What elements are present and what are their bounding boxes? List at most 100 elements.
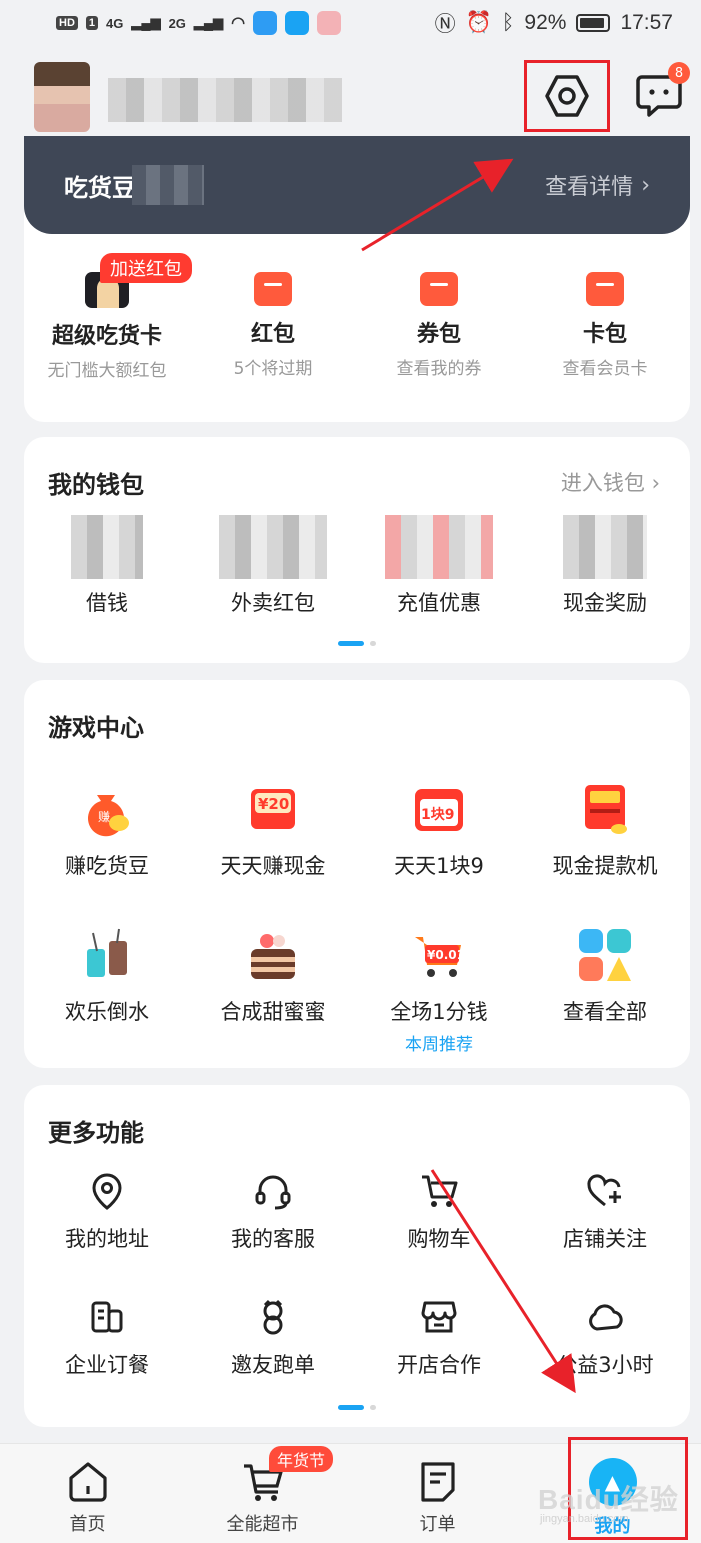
nav-supermarket[interactable]: 全能超市 年货节: [175, 1444, 350, 1543]
chevron-right-icon: ›: [641, 172, 650, 198]
game-one-cent[interactable]: ¥0.01 全场1分钱 本周推荐: [356, 926, 522, 1055]
game-sweet-merge[interactable]: 合成甜蜜蜜: [190, 926, 356, 1055]
function-label: 我的客服: [231, 1227, 315, 1251]
page-dot-active: [338, 1405, 364, 1410]
function-invite-rider[interactable]: 邀友跑单: [190, 1297, 356, 1379]
more-functions-card: 更多功能 我的地址 我的客服 购物车 店铺关注 企业订餐 邀友跑单 开店合作 公…: [24, 1085, 690, 1427]
game-view-all[interactable]: 查看全部: [522, 926, 688, 1055]
message-count-badge: 8: [668, 62, 690, 84]
storefront-icon: [421, 1301, 457, 1333]
nav-orders[interactable]: 订单: [350, 1444, 525, 1543]
calendar-1yuan9-icon: 1块9: [410, 780, 468, 838]
game-label: 天天1块9: [394, 854, 484, 878]
order-document-icon: [420, 1462, 455, 1502]
function-enterprise-order[interactable]: 企业订餐: [24, 1297, 190, 1379]
function-label: 店铺关注: [563, 1227, 647, 1251]
nav-label: 首页: [69, 1514, 106, 1535]
wallet-label: 外卖红包: [231, 591, 315, 615]
benefit-subtitle: 5个将过期: [233, 359, 313, 379]
signal-icon: ▂▄▆: [193, 15, 224, 30]
function-charity[interactable]: 公益3小时: [522, 1297, 688, 1379]
app-grid-icon: [576, 926, 634, 984]
wallet-enter-link[interactable]: 进入钱包 ›: [561, 467, 660, 497]
game-earn-beans[interactable]: 赚 赚吃货豆: [24, 780, 190, 880]
chevron-right-icon: ›: [651, 471, 660, 495]
wallet-label: 借钱: [86, 591, 128, 615]
benefit-title: 券包: [416, 322, 461, 347]
username-mosaic[interactable]: [108, 78, 342, 122]
benefit-red-packet[interactable]: 红包 5个将过期: [190, 272, 356, 381]
battery-icon: [576, 14, 611, 32]
benefit-cards[interactable]: 卡包 查看会员卡: [522, 272, 688, 381]
wallet-item-loan[interactable]: 借钱: [24, 515, 190, 617]
function-store-follow[interactable]: 店铺关注: [522, 1171, 688, 1253]
bluetooth-icon: ᛒ: [501, 11, 515, 34]
game-recommend-tag: 本周推荐: [405, 1035, 473, 1055]
game-label: 合成甜蜜蜜: [220, 1000, 326, 1024]
cloud-icon: [589, 1304, 623, 1331]
wallet-item-cash-reward[interactable]: 现金奖励: [522, 515, 688, 617]
network-2g-label: 2G: [168, 15, 186, 31]
wallet-label: 现金奖励: [563, 591, 647, 615]
card-wallet-icon: [586, 272, 624, 306]
wallet-item-recharge[interactable]: 充值优惠: [356, 515, 522, 617]
function-customer-service[interactable]: 我的客服: [190, 1171, 356, 1253]
benefit-subtitle: 无门槛大额红包: [47, 361, 167, 381]
baidu-watermark-url: jingyan.baidu.com: [540, 1513, 629, 1525]
foodbean-detail-link[interactable]: 查看详情 ›: [545, 169, 650, 201]
nav-home[interactable]: 首页: [0, 1444, 175, 1543]
game-label: 天天赚现金: [220, 854, 326, 878]
nav-label: 全能超市: [226, 1514, 299, 1535]
nav-label: 订单: [419, 1514, 456, 1535]
benefit-coupons[interactable]: 券包 查看我的券: [356, 272, 522, 381]
function-cart[interactable]: 购物车: [356, 1171, 522, 1253]
wallet-value-mosaic: [385, 515, 493, 579]
function-label: 企业订餐: [65, 1353, 149, 1377]
messages-button[interactable]: 8: [632, 62, 690, 120]
promo-tag: 加送红包: [100, 253, 192, 283]
function-my-address[interactable]: 我的地址: [24, 1171, 190, 1253]
wallet-value-mosaic: [563, 515, 647, 579]
foodbean-title: 吃货豆: [64, 173, 136, 202]
wallet-label: 充值优惠: [397, 591, 481, 615]
location-pin-icon: [92, 1173, 122, 1210]
network-4g-label: 4G: [106, 15, 124, 31]
sim-badge: 1: [85, 16, 99, 30]
benefit-subtitle: 查看会员卡: [562, 359, 648, 379]
game-pour-water[interactable]: 欢乐倒水: [24, 926, 190, 1055]
wallet-title: 我的钱包: [48, 471, 144, 499]
weather-app-icon: [253, 11, 278, 35]
foodbean-bar[interactable]: 吃货豆 查看详情 ›: [24, 136, 690, 234]
foodbean-value-mosaic: [132, 165, 204, 205]
game-daily-1-9[interactable]: 1块9 天天1块9: [356, 780, 522, 880]
game-row-1: 赚 赚吃货豆 ¥20 天天赚现金 1块9 天天1块9 现金提款机: [24, 780, 688, 880]
svg-text:¥0.01: ¥0.01: [427, 948, 465, 962]
avatar[interactable]: [34, 62, 90, 132]
signal-icon: ▂▄▆: [131, 15, 161, 30]
function-row-1: 我的地址 我的客服 购物车 店铺关注: [24, 1171, 688, 1253]
game-label: 全场1分钱: [390, 1000, 488, 1024]
building-icon: [91, 1301, 123, 1333]
function-label: 购物车: [407, 1227, 471, 1251]
game-center-card: 游戏中心 赚 赚吃货豆 ¥20 天天赚现金 1块9 天天1块9 现金提款机 欢乐…: [24, 680, 690, 1068]
game-label: 欢乐倒水: [65, 1000, 149, 1024]
function-row-2: 企业订餐 邀友跑单 开店合作 公益3小时: [24, 1297, 688, 1379]
nfc-icon: Ⓝ: [434, 13, 456, 36]
game-cash-atm[interactable]: 现金提款机: [522, 780, 688, 880]
function-open-store[interactable]: 开店合作: [356, 1297, 522, 1379]
wallet-enter-label: 进入钱包: [560, 471, 645, 495]
function-label: 邀友跑单: [231, 1353, 315, 1377]
settings-button[interactable]: [524, 60, 610, 132]
wallet-item-takeout-packet[interactable]: 外卖红包: [190, 515, 356, 617]
game-daily-cash[interactable]: ¥20 天天赚现金: [190, 780, 356, 880]
page-dot-active: [338, 641, 364, 646]
headset-icon: [255, 1175, 291, 1210]
page-dot: [370, 1405, 376, 1410]
new-year-tag: 年货节: [269, 1446, 334, 1472]
wallet-grid: 借钱 外卖红包 充值优惠 现金奖励: [24, 515, 688, 617]
baidu-watermark: Baidu经验: [538, 1484, 679, 1515]
function-label: 开店合作: [397, 1353, 481, 1377]
svg-text:¥20: ¥20: [258, 795, 289, 813]
benefit-super-card[interactable]: 超级吃货卡 无门槛大额红包: [24, 272, 190, 381]
shopping-cart-001-icon: ¥0.01: [410, 926, 468, 984]
